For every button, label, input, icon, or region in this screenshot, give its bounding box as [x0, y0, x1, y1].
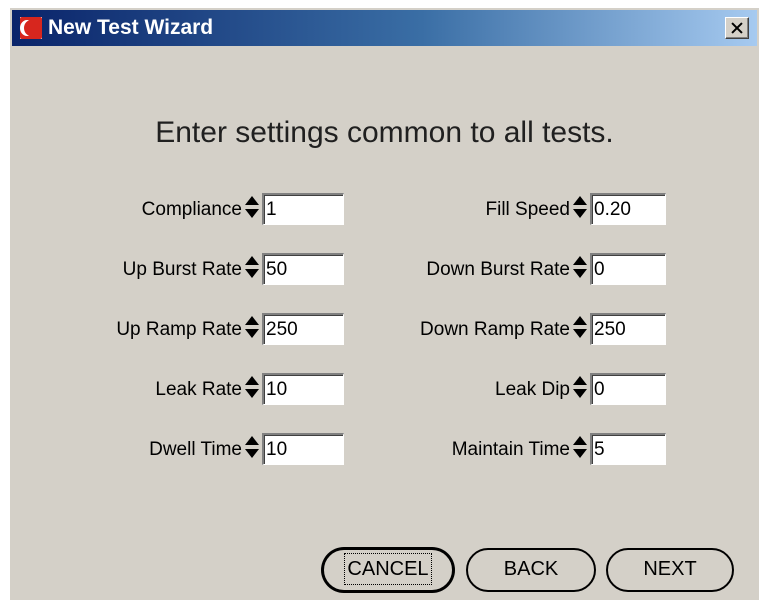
maintain-time-field[interactable]: 5 [590, 433, 666, 465]
cancel-button[interactable]: CANCEL [322, 548, 454, 592]
fill-speed-spinner-icon[interactable] [573, 194, 587, 222]
up-ramp-rate-label: Up Ramp Rate [116, 319, 242, 340]
compliance-row: Compliance 1 [10, 191, 350, 225]
compliance-field[interactable]: 1 [262, 193, 344, 225]
dwell-time-spinner-icon[interactable] [245, 434, 259, 462]
leak-dip-spinner-icon[interactable] [573, 374, 587, 402]
close-button[interactable] [725, 17, 749, 39]
title-bar[interactable]: New Test Wizard [12, 10, 757, 46]
wizard-heading: Enter settings common to all tests. [155, 116, 614, 149]
down-burst-rate-field[interactable]: 0 [590, 253, 666, 285]
leak-dip-row: Leak Dip 0 [350, 371, 670, 405]
cancel-button-label: CANCEL [344, 553, 432, 585]
compliance-label: Compliance [141, 199, 242, 220]
app-logo-icon [20, 17, 42, 39]
down-burst-rate-label: Down Burst Rate [426, 259, 570, 280]
up-ramp-rate-row: Up Ramp Rate 250 [10, 311, 350, 345]
leak-dip-field[interactable]: 0 [590, 373, 666, 405]
fill-speed-label: Fill Speed [485, 199, 571, 220]
up-ramp-rate-spinner-icon[interactable] [245, 314, 259, 342]
down-ramp-rate-label: Down Ramp Rate [420, 319, 570, 340]
leak-rate-field[interactable]: 10 [262, 373, 344, 405]
window-title: New Test Wizard [48, 16, 214, 39]
leak-rate-label: Leak Rate [155, 379, 242, 400]
maintain-time-spinner-icon[interactable] [573, 434, 587, 462]
fill-speed-field[interactable]: 0.20 [590, 193, 666, 225]
dwell-time-row: Dwell Time 10 [10, 431, 350, 465]
up-burst-rate-field[interactable]: 50 [262, 253, 344, 285]
dwell-time-label: Dwell Time [149, 439, 242, 460]
up-burst-rate-label: Up Burst Rate [122, 259, 242, 280]
leak-rate-spinner-icon[interactable] [245, 374, 259, 402]
down-ramp-rate-row: Down Ramp Rate 250 [350, 311, 670, 345]
back-button[interactable]: BACK [466, 548, 596, 592]
wizard-window: New Test Wizard Enter settings common to… [8, 6, 759, 600]
dwell-time-field[interactable]: 10 [262, 433, 344, 465]
back-button-label: BACK [503, 558, 559, 580]
up-burst-rate-row: Up Burst Rate 50 [10, 251, 350, 285]
down-ramp-rate-spinner-icon[interactable] [573, 314, 587, 342]
up-burst-rate-spinner-icon[interactable] [245, 254, 259, 282]
leak-dip-label: Leak Dip [495, 379, 570, 400]
compliance-spinner-icon[interactable] [245, 194, 259, 222]
maintain-time-label: Maintain Time [451, 439, 570, 460]
next-button[interactable]: NEXT [606, 548, 734, 592]
down-ramp-rate-field[interactable]: 250 [590, 313, 666, 345]
leak-rate-row: Leak Rate 10 [10, 371, 350, 405]
down-burst-rate-row: Down Burst Rate 0 [350, 251, 670, 285]
up-ramp-rate-field[interactable]: 250 [262, 313, 344, 345]
fill-speed-row: Fill Speed 0.20 [350, 191, 670, 225]
down-burst-rate-spinner-icon[interactable] [573, 254, 587, 282]
next-button-label: NEXT [643, 558, 697, 580]
maintain-time-row: Maintain Time 5 [350, 431, 670, 465]
